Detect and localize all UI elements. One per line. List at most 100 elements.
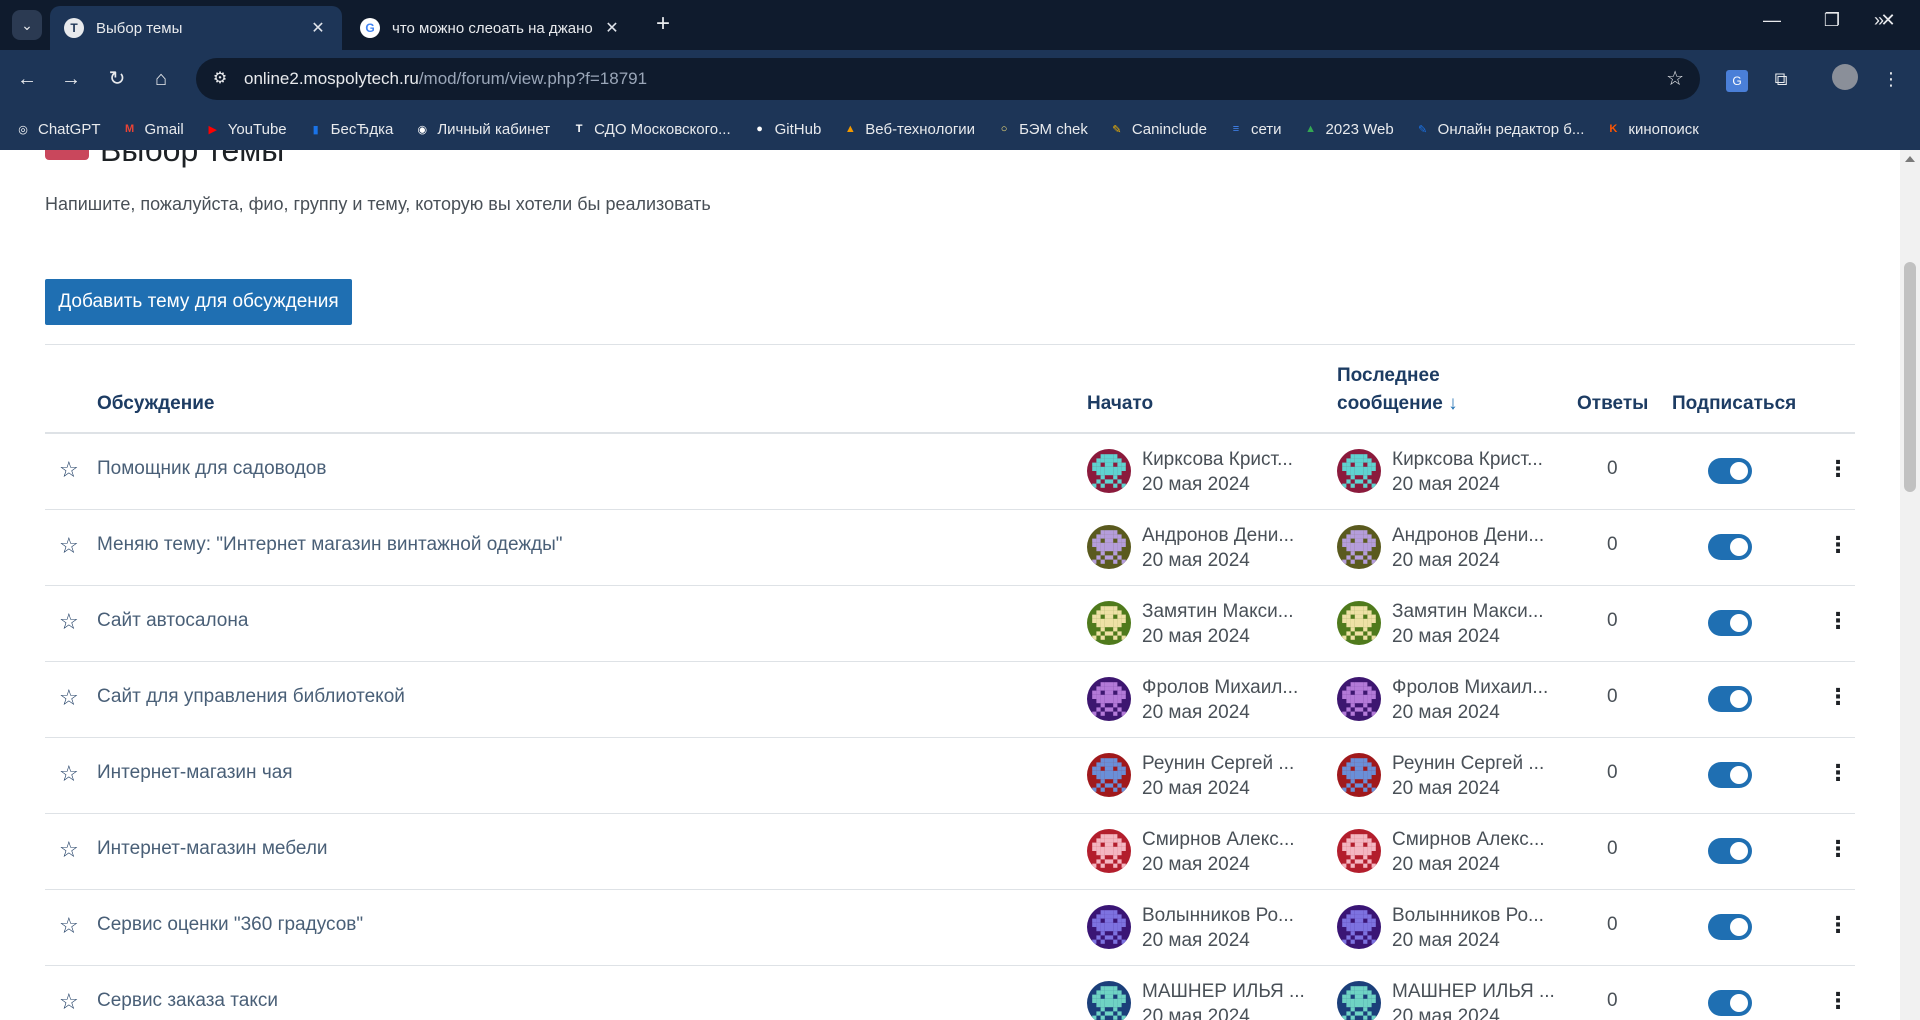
- last-author-avatar[interactable]: [1337, 601, 1381, 645]
- close-tab-icon[interactable]: ✕: [308, 18, 328, 38]
- tab-active[interactable]: T Выбор темы ✕: [50, 6, 342, 50]
- subscribe-toggle[interactable]: [1708, 458, 1752, 484]
- last-author-avatar[interactable]: [1337, 829, 1381, 873]
- discussion-link[interactable]: Интернет-магазин мебели: [97, 838, 328, 860]
- home-icon[interactable]: ⌂: [146, 64, 176, 94]
- last-post-date[interactable]: 20 мая 2024: [1392, 776, 1544, 801]
- tab-search-button[interactable]: ⌄: [12, 10, 42, 40]
- author-name[interactable]: Замятин Макси...: [1142, 599, 1294, 624]
- more-actions-icon[interactable]: ⋮: [1827, 684, 1849, 710]
- window-restore-button[interactable]: ❐: [1812, 10, 1852, 31]
- last-post-date[interactable]: 20 мая 2024: [1392, 1004, 1555, 1020]
- bookmark-item[interactable]: ○ БЭМ chek: [995, 120, 1088, 138]
- extensions-icon[interactable]: ⧉: [1766, 64, 1796, 94]
- last-author-avatar[interactable]: [1337, 981, 1381, 1020]
- bookmark-item[interactable]: ▲ 2023 Web: [1302, 120, 1394, 138]
- replies-count[interactable]: 0: [1607, 458, 1618, 480]
- star-icon[interactable]: ☆: [59, 914, 79, 938]
- subscribe-toggle[interactable]: [1708, 534, 1752, 560]
- discussion-link[interactable]: Сайт для управления библиотекой: [97, 686, 405, 708]
- bookmark-item[interactable]: ◎ ChatGPT: [14, 120, 100, 138]
- star-icon[interactable]: ☆: [59, 762, 79, 786]
- discussion-link[interactable]: Помощник для садоводов: [97, 458, 326, 480]
- last-author-avatar[interactable]: [1337, 677, 1381, 721]
- bookmarks-overflow-icon[interactable]: »: [1874, 10, 1884, 31]
- site-info-icon[interactable]: ⚙: [206, 65, 234, 93]
- more-actions-icon[interactable]: ⋮: [1827, 912, 1849, 938]
- replies-count[interactable]: 0: [1607, 838, 1618, 860]
- author-name[interactable]: МАШНЕР ИЛЬЯ ...: [1142, 979, 1305, 1004]
- subscribe-toggle[interactable]: [1708, 686, 1752, 712]
- author-avatar[interactable]: [1087, 677, 1131, 721]
- bookmark-item[interactable]: T СДО Московского...: [570, 120, 731, 138]
- last-author-name[interactable]: Замятин Макси...: [1392, 599, 1544, 624]
- author-avatar[interactable]: [1087, 601, 1131, 645]
- replies-count[interactable]: 0: [1607, 534, 1618, 556]
- column-header-replies[interactable]: Ответы: [1577, 390, 1648, 418]
- bookmark-item[interactable]: ▶ YouTube: [204, 120, 286, 138]
- last-author-avatar[interactable]: [1337, 753, 1381, 797]
- author-avatar[interactable]: [1087, 981, 1131, 1020]
- subscribe-toggle[interactable]: [1708, 610, 1752, 636]
- address-bar[interactable]: ⚙ online2.mospolytech.ru/mod/forum/view.…: [196, 58, 1700, 100]
- last-post-date[interactable]: 20 мая 2024: [1392, 700, 1548, 725]
- column-header-discussion[interactable]: Обсуждение: [97, 390, 214, 418]
- replies-count[interactable]: 0: [1607, 610, 1618, 632]
- more-actions-icon[interactable]: ⋮: [1827, 760, 1849, 786]
- replies-count[interactable]: 0: [1607, 686, 1618, 708]
- bookmark-item[interactable]: ✎ Caninclude: [1108, 120, 1207, 138]
- subscribe-toggle[interactable]: [1708, 762, 1752, 788]
- subscribe-toggle[interactable]: [1708, 990, 1752, 1016]
- bookmark-item[interactable]: ✎ Онлайн редактор б...: [1414, 120, 1584, 138]
- discussion-link[interactable]: Меняю тему: "Интернет магазин винтажной …: [97, 534, 563, 556]
- last-author-name[interactable]: Андронов Дени...: [1392, 523, 1544, 548]
- last-post-date[interactable]: 20 мая 2024: [1392, 624, 1544, 649]
- new-tab-button[interactable]: +: [650, 12, 676, 38]
- last-post-date[interactable]: 20 мая 2024: [1392, 852, 1545, 877]
- author-avatar[interactable]: [1087, 753, 1131, 797]
- bookmark-item[interactable]: ≡ сети: [1227, 120, 1282, 138]
- window-minimize-button[interactable]: —: [1752, 10, 1792, 31]
- last-author-avatar[interactable]: [1337, 525, 1381, 569]
- last-post-date[interactable]: 20 мая 2024: [1392, 548, 1544, 573]
- last-author-avatar[interactable]: [1337, 905, 1381, 949]
- author-avatar[interactable]: [1087, 449, 1131, 493]
- page-scrollbar[interactable]: [1900, 150, 1920, 1020]
- bookmark-item[interactable]: M Gmail: [121, 120, 184, 138]
- discussion-link[interactable]: Сайт автосалона: [97, 610, 248, 632]
- star-icon[interactable]: ☆: [59, 458, 79, 482]
- menu-kebab-icon[interactable]: ⋮: [1876, 64, 1906, 94]
- forward-icon[interactable]: →: [56, 64, 86, 94]
- profile-avatar[interactable]: [1830, 64, 1860, 94]
- reload-icon[interactable]: ↻: [102, 64, 132, 94]
- bookmark-item[interactable]: ● GitHub: [751, 120, 821, 138]
- more-actions-icon[interactable]: ⋮: [1827, 532, 1849, 558]
- author-name[interactable]: Смирнов Алекс...: [1142, 827, 1295, 852]
- replies-count[interactable]: 0: [1607, 914, 1618, 936]
- author-name[interactable]: Фролов Михаил...: [1142, 675, 1298, 700]
- last-author-name[interactable]: МАШНЕР ИЛЬЯ ...: [1392, 979, 1555, 1004]
- bookmark-item[interactable]: ▲ Веб-технологии: [841, 120, 975, 138]
- last-author-name[interactable]: Волынников Ро...: [1392, 903, 1544, 928]
- discussion-link[interactable]: Сервис заказа такси: [97, 990, 278, 1012]
- last-author-name[interactable]: Кирксова Крист...: [1392, 447, 1543, 472]
- last-author-name[interactable]: Реунин Сергей ...: [1392, 751, 1544, 776]
- last-post-date[interactable]: 20 мая 2024: [1392, 472, 1543, 497]
- star-icon[interactable]: ☆: [59, 610, 79, 634]
- bookmark-item[interactable]: ◉ Личный кабинет: [413, 120, 551, 138]
- star-icon[interactable]: ☆: [59, 990, 79, 1014]
- bookmark-star-icon[interactable]: ☆: [1666, 66, 1684, 91]
- author-avatar[interactable]: [1087, 525, 1131, 569]
- last-author-avatar[interactable]: [1337, 449, 1381, 493]
- column-header-last-post[interactable]: Последнее сообщение ↓: [1337, 362, 1458, 418]
- replies-count[interactable]: 0: [1607, 762, 1618, 784]
- star-icon[interactable]: ☆: [59, 534, 79, 558]
- star-icon[interactable]: ☆: [59, 686, 79, 710]
- url-text[interactable]: online2.mospolytech.ru/mod/forum/view.ph…: [244, 69, 647, 89]
- subscribe-toggle[interactable]: [1708, 914, 1752, 940]
- close-tab-icon[interactable]: ✕: [602, 18, 622, 38]
- author-name[interactable]: Реунин Сергей ...: [1142, 751, 1294, 776]
- more-actions-icon[interactable]: ⋮: [1827, 608, 1849, 634]
- author-avatar[interactable]: [1087, 905, 1131, 949]
- scrollbar-thumb[interactable]: [1904, 262, 1916, 492]
